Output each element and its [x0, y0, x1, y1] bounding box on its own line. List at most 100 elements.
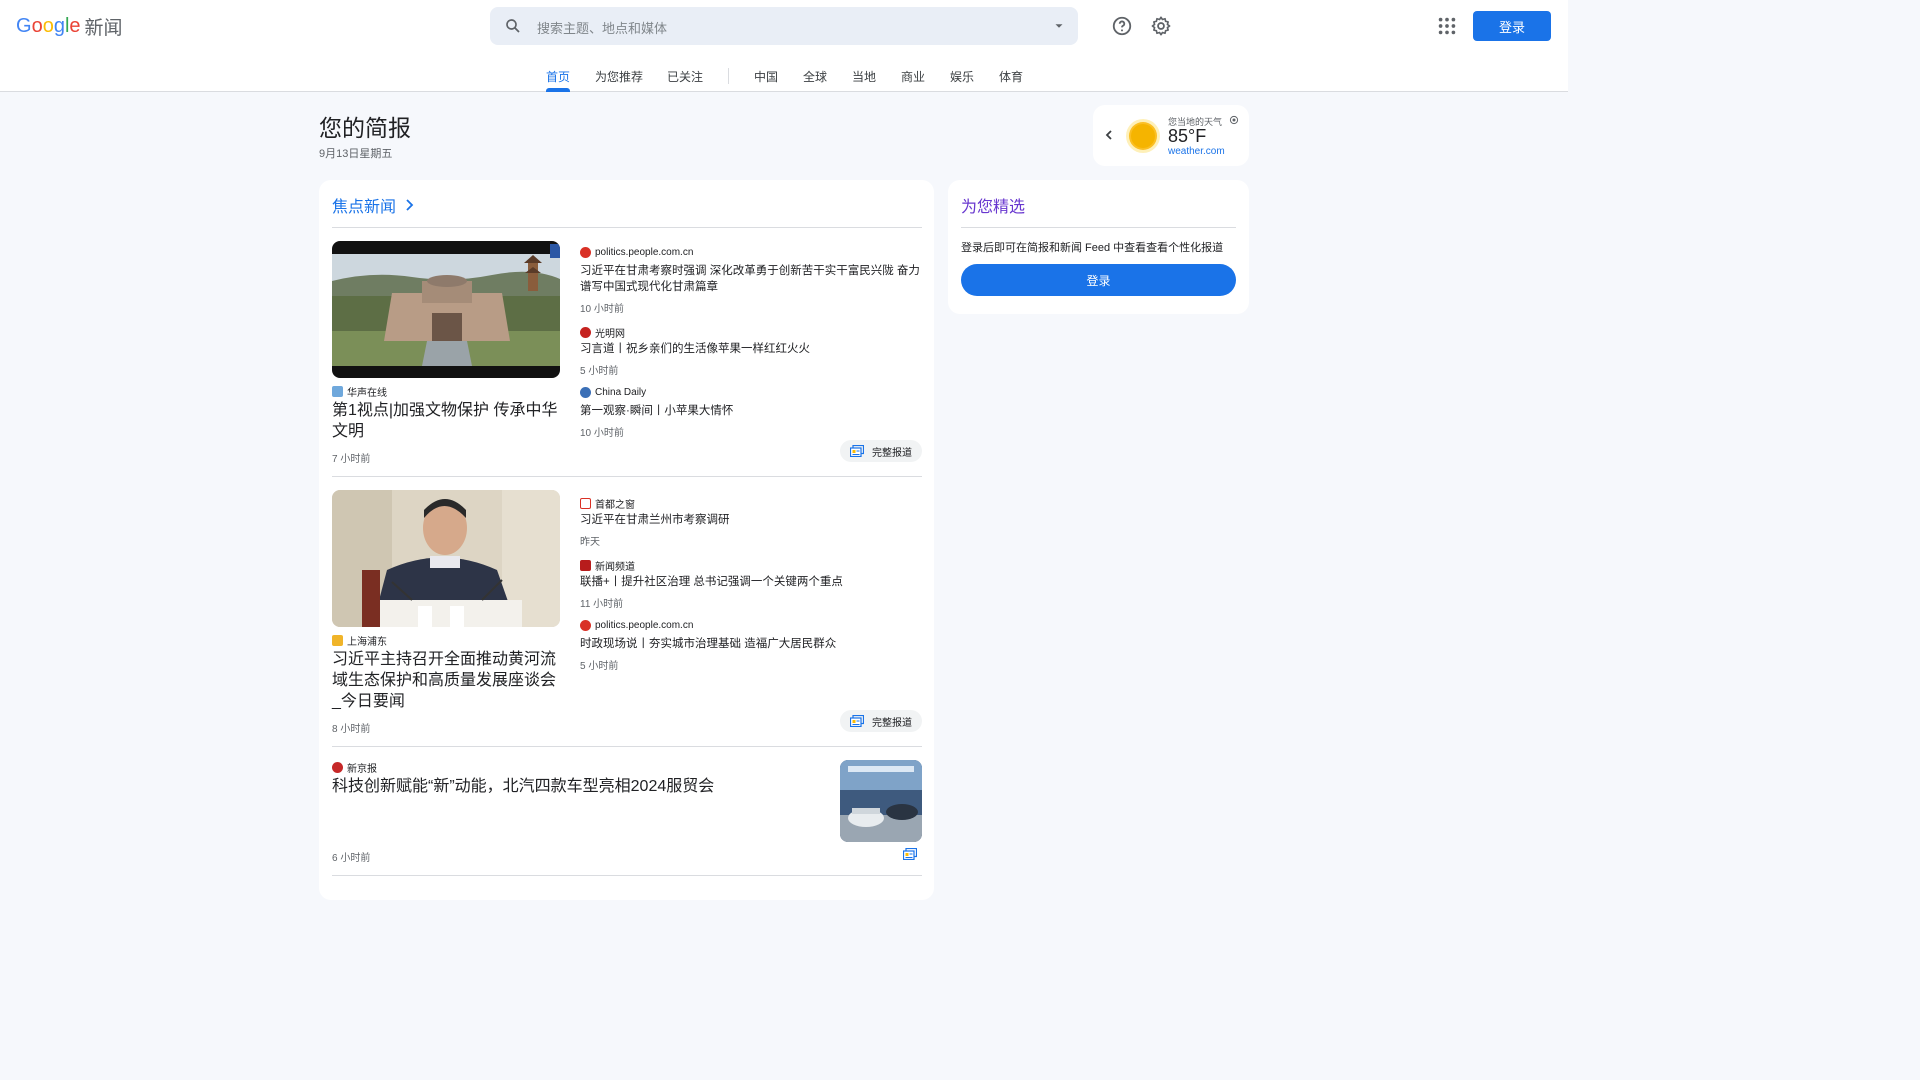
tab-local[interactable]: 当地: [852, 68, 876, 85]
story-source[interactable]: 光明网: [580, 325, 625, 340]
story-source[interactable]: politics.people.com.cn: [580, 247, 693, 258]
source-name: 光明网: [595, 329, 625, 340]
divider: [332, 476, 922, 477]
picks-message: 登录后即可在简报和新闻 Feed 中查看查看个性化报道: [961, 242, 1224, 254]
story-time: 7 小时前: [332, 454, 371, 465]
google-wordmark: Google: [16, 15, 81, 38]
settings-gear-icon[interactable]: [1150, 15, 1172, 37]
tab-china[interactable]: 中国: [754, 68, 778, 85]
tab-following[interactable]: 已关注: [667, 68, 703, 85]
story-headline[interactable]: 联播+丨提升社区治理 总书记强调一个关键两个重点: [580, 574, 922, 590]
story-image-museum[interactable]: [332, 241, 560, 378]
divider: [332, 746, 922, 747]
story-source[interactable]: China Daily: [580, 387, 646, 398]
logo-letter: o: [42, 14, 54, 37]
weather-widget[interactable]: 您当地的天气 85°F weather.com: [1093, 105, 1249, 166]
story-time: 8 小时前: [332, 724, 371, 735]
source-logo-icon: [332, 386, 343, 397]
logo-letter: G: [16, 14, 32, 37]
story-time: 10 小时前: [580, 304, 624, 315]
tab-business[interactable]: 商业: [901, 68, 925, 85]
story-source[interactable]: 首都之窗: [580, 496, 635, 511]
source-logo-icon: [580, 620, 591, 631]
story-headline[interactable]: 科技创新赋能“新”动能，北汽四款车型亮相2024服贸会: [332, 776, 812, 797]
logo-letter: e: [69, 14, 81, 37]
divider: [332, 227, 922, 228]
picks-sign-in-button[interactable]: 登录: [961, 264, 1236, 296]
picks-title: 为您精选: [961, 199, 1026, 216]
source-name: 新京报: [347, 764, 377, 775]
sunny-weather-icon: [1126, 119, 1160, 153]
top-app-bar: Google 新闻 搜索主题、地点和媒体 登录 首页 为您推荐 已关注 中国 全…: [0, 0, 1568, 92]
source-name: 首都之窗: [595, 500, 635, 511]
source-logo-icon: [580, 387, 591, 398]
story-headline[interactable]: 第1视点|加强文物保护 传承中华文明: [332, 400, 564, 442]
search-input[interactable]: 搜索主题、地点和媒体: [537, 18, 667, 37]
full-coverage-label: 完整报道: [872, 717, 912, 729]
divider: [961, 227, 1236, 228]
story-headline[interactable]: 习言道丨祝乡亲们的生活像苹果一样红红火火: [580, 341, 922, 357]
story-headline[interactable]: 习近平主持召开全面推动黄河流域生态保护和高质量发展座谈会_今日要闻: [332, 649, 564, 712]
top-stories-title: 焦点新闻: [332, 199, 397, 216]
apps-grid-icon[interactable]: [1436, 15, 1458, 37]
story-time: 6 小时前: [332, 853, 371, 864]
story-time: 5 小时前: [580, 366, 619, 377]
story-time: 10 小时前: [580, 428, 624, 439]
tab-sports[interactable]: 体育: [999, 68, 1023, 85]
story-source[interactable]: politics.people.com.cn: [580, 620, 693, 631]
story-time: 11 小时前: [580, 599, 624, 610]
source-logo-icon: [580, 327, 591, 338]
story-image-meeting[interactable]: [332, 490, 560, 627]
briefing-date: 9月13日星期五: [319, 148, 393, 160]
source-logo-icon: [580, 560, 591, 571]
tab-for-you[interactable]: 为您推荐: [595, 68, 643, 85]
search-icon[interactable]: [504, 17, 522, 35]
full-coverage-button[interactable]: 完整报道: [840, 440, 922, 462]
location-target-icon: [1229, 115, 1239, 125]
google-news-logo[interactable]: Google 新闻: [16, 14, 123, 39]
page-title: 您的简报: [319, 115, 411, 141]
top-stories-heading[interactable]: 焦点新闻: [332, 193, 414, 217]
weather-source-link[interactable]: weather.com: [1168, 146, 1225, 157]
divider: [332, 875, 922, 876]
nav-divider: [728, 68, 729, 84]
full-coverage-icon: [850, 715, 864, 727]
tab-home[interactable]: 首页: [546, 68, 570, 85]
picks-for-you-card: 为您精选 登录后即可在简报和新闻 Feed 中查看查看个性化报道 登录: [948, 180, 1249, 314]
story-headline[interactable]: 第一观察·瞬间丨小苹果大情怀: [580, 403, 922, 419]
source-name: politics.people.com.cn: [595, 620, 694, 631]
chevron-right-icon: [406, 199, 414, 211]
search-bar[interactable]: 搜索主题、地点和媒体: [490, 7, 1078, 45]
source-name: 新闻频道: [595, 562, 635, 573]
weather-temperature: 85°F: [1168, 126, 1207, 146]
story-time: 昨天: [580, 537, 600, 548]
story-source[interactable]: 新闻频道: [580, 558, 635, 573]
tab-world[interactable]: 全球: [803, 68, 827, 85]
story-headline[interactable]: 习近平在甘肃考察时强调 深化改革勇于创新苦干实干富民兴陇 奋力谱写中国式现代化甘…: [580, 263, 922, 295]
story-source[interactable]: 上海浦东: [332, 633, 387, 648]
tab-entertainment[interactable]: 娱乐: [950, 68, 974, 85]
top-stories-card: 焦点新闻 华声在线 第1视点|加强文物保护 传承中华文明 7 小时前 polit…: [319, 180, 934, 900]
source-name: China Daily: [595, 387, 647, 398]
full-coverage-button[interactable]: 完整报道: [840, 710, 922, 732]
chevron-left-icon[interactable]: [1103, 128, 1115, 142]
story-time: 5 小时前: [580, 661, 619, 672]
story-headline[interactable]: 时政现场说丨夯实城市治理基础 造福广大居民群众: [580, 636, 922, 652]
full-coverage-label: 完整报道: [872, 447, 912, 459]
product-name: 新闻: [84, 17, 123, 39]
logo-letter: g: [53, 14, 65, 37]
active-tab-indicator: [546, 88, 570, 92]
help-icon[interactable]: [1111, 15, 1133, 37]
section-nav: 首页 为您推荐 已关注 中国 全球 当地 商业 娱乐 体育: [0, 62, 1568, 92]
source-logo-icon: [580, 247, 591, 258]
story-source[interactable]: 新京报: [332, 760, 377, 775]
caret-down-icon[interactable]: [1052, 19, 1066, 33]
sign-in-button[interactable]: 登录: [1473, 11, 1551, 41]
story-source[interactable]: 华声在线: [332, 384, 387, 399]
story-image-cars[interactable]: [840, 760, 922, 842]
source-logo-icon: [580, 498, 591, 509]
source-name: 上海浦东: [347, 637, 387, 648]
source-logo-icon: [332, 762, 343, 773]
full-coverage-icon[interactable]: [903, 848, 917, 860]
story-headline[interactable]: 习近平在甘肃兰州市考察调研: [580, 512, 922, 528]
